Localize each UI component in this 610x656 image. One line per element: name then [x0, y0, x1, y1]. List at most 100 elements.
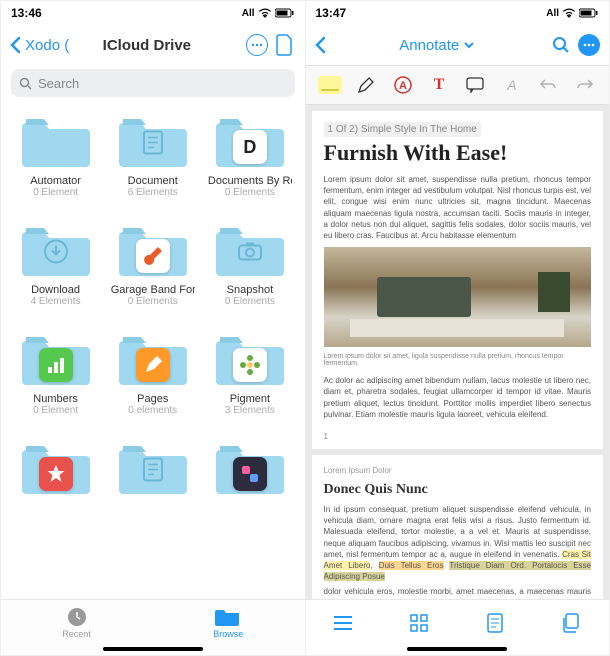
home-indicator[interactable] [407, 647, 507, 651]
search-input[interactable]: Search [11, 69, 295, 97]
page-indicator: 1 Of 2) Simple Style In The Home [324, 122, 481, 137]
folder-item[interactable]: DDocuments By Readdle0 Elements [205, 113, 295, 198]
folder-count: 0 Elements [128, 296, 178, 307]
folder-name: Pigment [230, 393, 270, 405]
folder-icon [22, 113, 90, 169]
folder-count: 0 Element [33, 405, 78, 416]
outline-button[interactable] [331, 611, 355, 635]
folder-count: 3 Elements [225, 405, 275, 416]
more-options-button[interactable] [245, 33, 269, 57]
circled-a-icon: A [393, 75, 413, 95]
folder-icon [215, 606, 241, 628]
folder-grid[interactable]: Automator0 ElementDocument6 ElementsDDoc… [1, 105, 305, 599]
page-icon [487, 613, 503, 633]
doc-image [324, 247, 592, 347]
status-time: 13:47 [316, 6, 347, 20]
document-viewer[interactable]: 1 Of 2) Simple Style In The Home Furnish… [306, 105, 610, 599]
status-indicators: All [546, 8, 599, 19]
tool-signature[interactable]: A [498, 71, 526, 99]
folder-item[interactable]: Numbers0 Element [11, 331, 101, 416]
tool-comment[interactable] [461, 71, 489, 99]
tab-browse[interactable]: Browse [213, 606, 243, 639]
folder-name: Pages [137, 393, 168, 405]
redo-icon [576, 78, 594, 92]
tool-highlight[interactable] [316, 71, 344, 99]
undo-icon [539, 78, 557, 92]
folder-item[interactable]: Download4 Elements [11, 222, 101, 307]
tool-text[interactable]: T [425, 71, 453, 99]
tool-text-circle[interactable]: A [389, 71, 417, 99]
folder-name: Snapshot [227, 284, 273, 296]
tabs-button[interactable] [559, 611, 583, 635]
nav-bar: Xodo ( ICloud Drive [1, 25, 305, 65]
pencil-icon [357, 76, 375, 94]
folder-count: 0 Elements [225, 296, 275, 307]
tool-redo[interactable] [571, 71, 599, 99]
tab-recent[interactable]: Recent [62, 606, 91, 639]
comment-icon [466, 77, 484, 93]
folder-name: Garage Band For IOS [111, 284, 195, 296]
list-icon [333, 615, 353, 631]
doc-paragraph: dolor vehicula eros, molestie morbi, ame… [324, 586, 592, 599]
svg-text:A: A [399, 80, 407, 92]
folder-name: Automator [30, 175, 81, 187]
folder-count: 6 Elements [128, 187, 178, 198]
tool-freehand[interactable] [352, 71, 380, 99]
nav-title: ICloud Drive [53, 37, 240, 54]
more-button[interactable] [577, 33, 601, 57]
status-indicators: All [242, 8, 295, 19]
folder-item[interactable]: Pages0 elements [108, 331, 198, 416]
grid-icon [410, 614, 428, 632]
tool-undo[interactable] [534, 71, 562, 99]
wifi-icon [258, 8, 272, 18]
folder-name: Download [31, 284, 80, 296]
ellipsis-icon [251, 43, 263, 47]
status-time: 13:46 [11, 6, 42, 20]
folder-item[interactable]: Document6 Elements [108, 113, 198, 198]
back-button[interactable] [9, 36, 21, 54]
doc-paragraph: Lorem ipsum dolor sit amet, suspendisse … [324, 174, 592, 241]
doc-heading: Furnish With Ease! [324, 140, 592, 166]
doc-subheading: Donec Quis Nunc [324, 482, 592, 498]
folder-count: 0 Elements [225, 187, 275, 198]
battery-icon [275, 8, 295, 18]
search-button[interactable] [549, 33, 573, 57]
folder-item[interactable]: Garage Band For IOS0 Elements [108, 222, 198, 307]
folder-name: Numbers [33, 393, 78, 405]
battery-icon [579, 8, 599, 18]
doc-page-1: 1 Of 2) Simple Style In The Home Furnish… [312, 111, 604, 449]
doc-caption: Lorem ipsum dolor sit amet, ligula suspe… [324, 353, 592, 367]
document-plus-icon [276, 34, 294, 56]
chevron-left-icon [314, 36, 326, 54]
doc-paragraph: In id ipsum consequat, pretium aliquet s… [324, 504, 592, 582]
folder-name: Document [128, 175, 178, 187]
status-bar: 13:46 All [1, 1, 305, 25]
doc-page-2: Lorem Ipsum Dolor Donec Quis Nunc In id … [312, 455, 604, 599]
folder-item[interactable] [11, 440, 101, 502]
folder-item[interactable]: Snapshot0 Elements [205, 222, 295, 307]
folder-item[interactable] [205, 440, 295, 502]
wifi-icon [562, 8, 576, 18]
home-indicator[interactable] [103, 647, 203, 651]
folder-item[interactable]: Pigment3 Elements [205, 331, 295, 416]
chevron-down-icon [463, 41, 475, 49]
ellipsis-icon [583, 43, 595, 47]
nav-bar: Annotate [306, 25, 610, 65]
thumbnails-button[interactable] [407, 611, 431, 635]
doc-label: Lorem Ipsum Dolor [324, 465, 592, 476]
annotation-toolbar: A T A [306, 65, 610, 105]
folder-item[interactable] [108, 440, 198, 502]
folder-count: 0 elements [128, 405, 177, 416]
clock-icon [66, 606, 88, 628]
search-icon [552, 36, 570, 54]
annotate-pane: 13:47 All Annotate A T A 1 [305, 0, 610, 656]
copy-icon [561, 613, 581, 633]
back-button[interactable] [314, 36, 326, 54]
mode-dropdown[interactable]: Annotate [330, 37, 546, 54]
folder-item[interactable]: Automator0 Element [11, 113, 101, 198]
reflow-button[interactable] [483, 611, 507, 635]
page-number: 1 [324, 432, 592, 441]
status-bar: 13:47 All [306, 1, 610, 25]
new-document-button[interactable] [273, 33, 297, 57]
chevron-left-icon [9, 36, 21, 54]
